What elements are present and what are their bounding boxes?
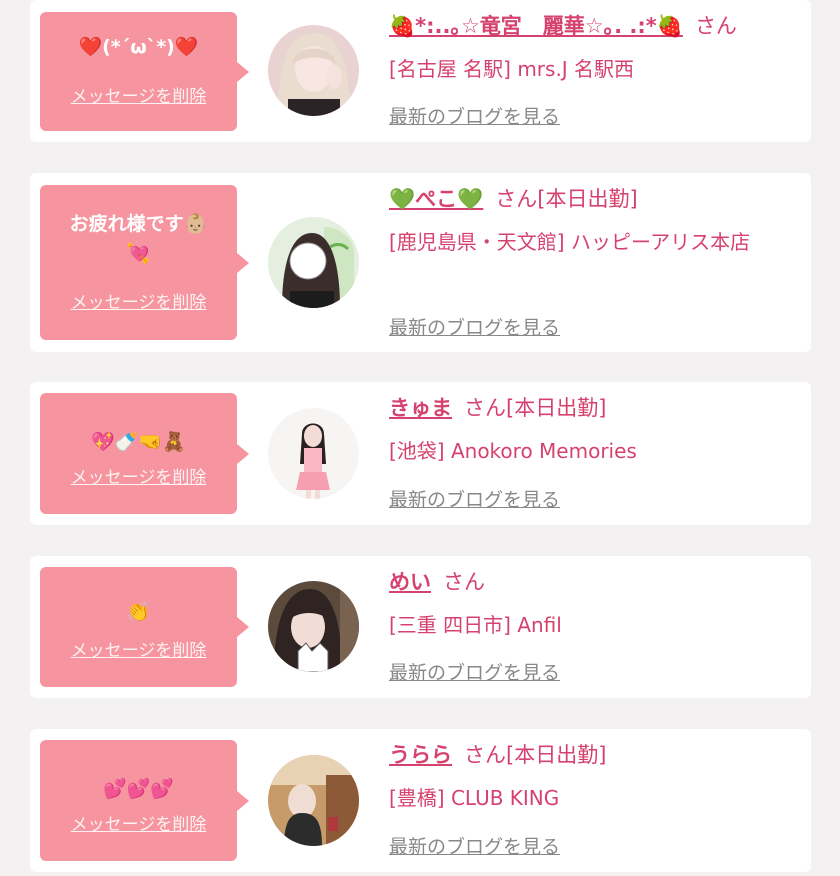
delete-message-link[interactable]: メッセージを削除 [40, 810, 237, 835]
honorific: さん [464, 396, 506, 420]
favorite-card: 👏 メッセージを削除 めい さん [三重 四日市] Anfil 最新のブログを見る [30, 556, 811, 698]
message-bubble: お疲れ様です👶🏼 💘 メッセージを削除 [40, 185, 249, 340]
delete-message-link[interactable]: メッセージを削除 [40, 463, 237, 488]
favorite-card: お疲れ様です👶🏼 💘 メッセージを削除 💚ぺこ💚 さん[本日出勤] [鹿児島県・天… [30, 173, 811, 352]
shop-name: [豊橋] CLUB KING [389, 786, 560, 810]
honorific: さん [694, 14, 737, 38]
delete-message-link[interactable]: メッセージを削除 [40, 82, 237, 107]
cast-name-link[interactable]: 💚ぺこ💚 [389, 187, 483, 211]
message-bubble: 💖🍼🤜🧸 メッセージを削除 [40, 393, 249, 514]
message-bubble: ❤️(*´ω`*)❤️ メッセージを削除 [40, 12, 249, 131]
latest-blog-link[interactable]: 最新のブログを見る [389, 658, 560, 685]
honorific: さん [495, 187, 538, 211]
message-text: 💕💕💕 [103, 778, 174, 800]
shop-name: [名古屋 名駅] mrs.J 名駅西 [389, 57, 635, 81]
latest-blog-link[interactable]: 最新のブログを見る [389, 832, 560, 859]
shop-name: [鹿児島県・天文館] ハッピーアリス本店 [389, 230, 751, 254]
message-text: ❤️(*´ω`*)❤️ [78, 36, 199, 58]
favorite-card: 💕💕💕 メッセージを削除 うらら さん[本日出勤] [豊橋] CLUB KING … [30, 729, 811, 872]
avatar[interactable] [268, 581, 359, 672]
delete-message-link[interactable]: メッセージを削除 [40, 636, 237, 661]
honorific: さん [443, 570, 485, 594]
message-bubble: 💕💕💕 メッセージを削除 [40, 740, 249, 861]
favorite-card: ❤️(*´ω`*)❤️ メッセージを削除 🍓*:..｡☆竜宮 麗華☆｡. .:*… [30, 0, 811, 142]
shop-name: [池袋] Anokoro Memories [389, 439, 637, 463]
status-badge: [本日出勤] [537, 187, 638, 211]
latest-blog-link[interactable]: 最新のブログを見る [389, 102, 560, 129]
message-text: 💖🍼🤜🧸 [91, 431, 186, 453]
latest-blog-link[interactable]: 最新のブログを見る [389, 313, 560, 340]
message-bubble: 👏 メッセージを削除 [40, 567, 249, 687]
cast-info: うらら さん[本日出勤] [豊橋] CLUB KING 最新のブログを見る [389, 741, 801, 858]
cast-name-link[interactable]: きゅま [389, 396, 452, 420]
avatar[interactable] [268, 25, 359, 116]
message-text: お疲れ様です👶🏼 💘 [69, 213, 208, 265]
favorites-list: ❤️(*´ω`*)❤️ メッセージを削除 🍓*:..｡☆竜宮 麗華☆｡. .:*… [0, 0, 840, 876]
cast-info: きゅま さん[本日出勤] [池袋] Anokoro Memories 最新のブログ… [389, 394, 801, 511]
avatar[interactable] [268, 755, 359, 846]
delete-message-link[interactable]: メッセージを削除 [40, 288, 237, 313]
cast-info: 🍓*:..｡☆竜宮 麗華☆｡. .:*🍓 さん [名古屋 名駅] mrs.J 名駅… [389, 12, 801, 128]
status-badge: [本日出勤] [506, 743, 607, 767]
shop-name: [三重 四日市] Anfil [389, 613, 562, 637]
cast-info: 💚ぺこ💚 さん[本日出勤] [鹿児島県・天文館] ハッピーアリス本店 最新のブログ… [389, 185, 801, 339]
message-text: 👏 [126, 601, 151, 623]
favorite-card: 💖🍼🤜🧸 メッセージを削除 きゅま さん[本日出勤] [池袋] Anokoro M… [30, 382, 811, 525]
status-badge: [本日出勤] [506, 396, 607, 420]
cast-name-link[interactable]: めい [389, 570, 431, 594]
latest-blog-link[interactable]: 最新のブログを見る [389, 485, 560, 512]
cast-name-link[interactable]: うらら [389, 743, 452, 767]
cast-info: めい さん [三重 四日市] Anfil 最新のブログを見る [389, 568, 801, 684]
avatar[interactable] [268, 217, 359, 308]
cast-name-link[interactable]: 🍓*:..｡☆竜宮 麗華☆｡. .:*🍓 [389, 14, 683, 38]
avatar[interactable] [268, 408, 359, 499]
honorific: さん [464, 743, 506, 767]
